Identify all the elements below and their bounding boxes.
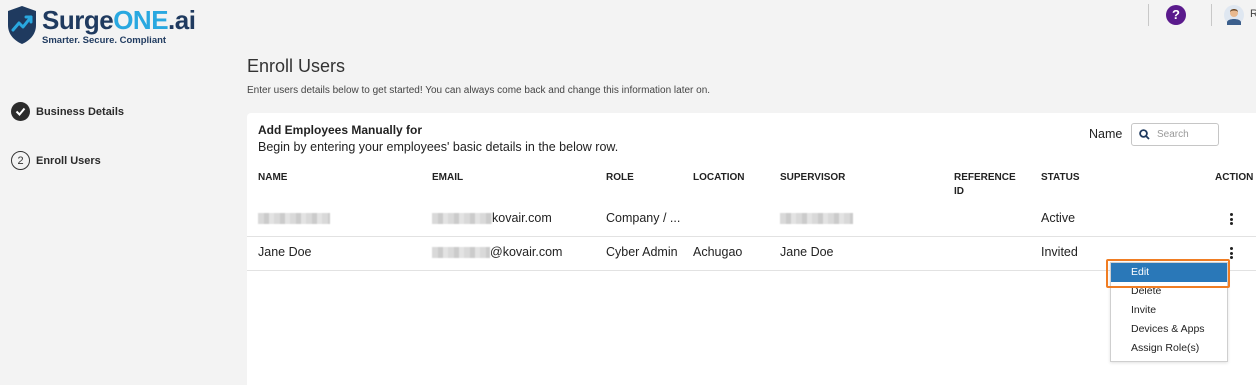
table-cell-name: Jane Doe xyxy=(258,245,312,259)
column-header-reference-id: REFERENCE ID xyxy=(954,172,1016,197)
table-cell-supervisor xyxy=(780,211,853,225)
table-cell-status: Invited xyxy=(1041,245,1078,259)
column-header-status: STATUS xyxy=(1041,172,1080,183)
search-icon xyxy=(1139,129,1150,140)
menu-item-assign-roles[interactable]: Assign Role(s) xyxy=(1111,339,1227,358)
row-actions-icon[interactable] xyxy=(1228,247,1234,259)
redacted-email xyxy=(432,213,492,225)
row-divider xyxy=(247,270,1256,271)
column-header-action: ACTION xyxy=(1215,172,1254,183)
shield-logo-icon xyxy=(8,6,36,44)
page-title: Enroll Users xyxy=(247,56,346,76)
step-number: 2 xyxy=(11,151,30,170)
step-label: Enroll Users xyxy=(36,154,101,167)
table-cell-role: Cyber Admin xyxy=(606,245,678,259)
check-icon xyxy=(11,102,30,121)
column-header-location: LOCATION xyxy=(693,172,745,183)
header-divider xyxy=(1211,4,1212,26)
search-input[interactable] xyxy=(1157,129,1217,140)
surgeone-logo[interactable]: SurgeONE.ai Smarter. Secure. Compliant xyxy=(6,5,196,47)
table-cell-supervisor: Jane Doe xyxy=(780,245,834,259)
header-divider xyxy=(1148,4,1149,26)
column-header-email: EMAIL xyxy=(432,172,464,183)
edit-highlight-box xyxy=(1106,259,1230,288)
table-cell-role: Company / ... xyxy=(606,211,681,225)
step-label: Business Details xyxy=(36,105,125,118)
search-filter-label: Name xyxy=(1089,127,1123,141)
brand-name: SurgeONE.ai xyxy=(42,5,196,35)
help-button[interactable]: ? xyxy=(1166,5,1186,25)
column-header-role: ROLE xyxy=(606,172,634,183)
step-enroll-users[interactable]: 2 Enroll Users xyxy=(11,151,101,170)
column-header-name: NAME xyxy=(258,172,288,183)
table-cell-name xyxy=(258,211,330,225)
table-cell-email: @kovair.com xyxy=(432,245,562,259)
table-cell-email: kovair.com xyxy=(432,211,552,225)
table-cell-location: Achugao xyxy=(693,245,743,259)
search-box[interactable] xyxy=(1131,123,1219,146)
redacted-name xyxy=(258,213,330,225)
user-avatar-icon[interactable] xyxy=(1224,5,1244,25)
menu-item-invite[interactable]: Invite xyxy=(1111,301,1227,320)
row-divider xyxy=(247,236,1256,237)
row-actions-icon[interactable] xyxy=(1228,213,1234,225)
card-title: Add Employees Manually for xyxy=(258,123,423,137)
redacted-email xyxy=(432,247,490,259)
employees-card: Add Employees Manually for Begin by ente… xyxy=(247,113,1256,385)
column-header-supervisor: SUPERVISOR xyxy=(780,172,846,183)
table-cell-status: Active xyxy=(1041,211,1076,225)
user-name-label[interactable]: R xyxy=(1250,8,1256,20)
menu-item-devices-apps[interactable]: Devices & Apps xyxy=(1111,320,1227,339)
step-business-details[interactable]: Business Details xyxy=(11,102,124,121)
brand-tagline: Smarter. Secure. Compliant xyxy=(42,35,167,46)
page-subtitle: Enter users details below to get started… xyxy=(247,85,711,96)
card-description: Begin by entering your employees' basic … xyxy=(258,140,619,154)
redacted-supervisor xyxy=(780,213,853,225)
